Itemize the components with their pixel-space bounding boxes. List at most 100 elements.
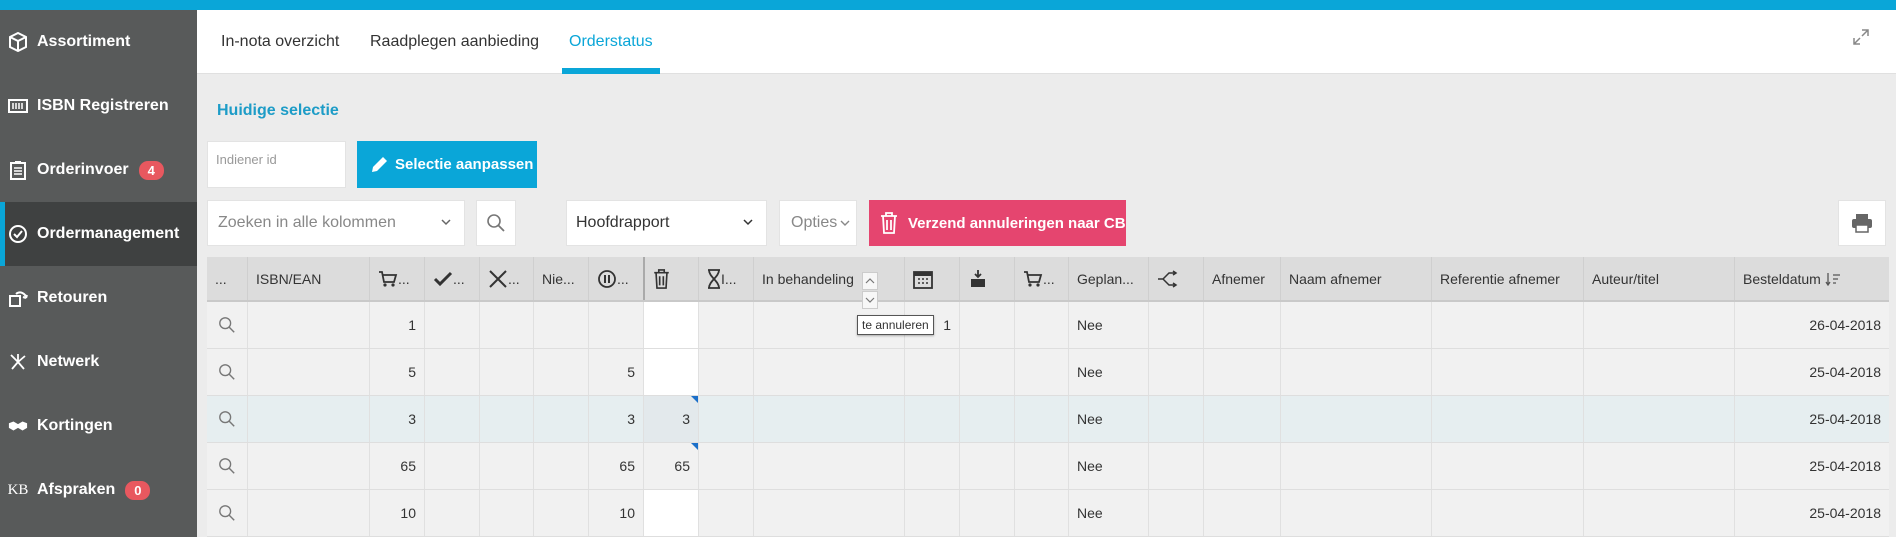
search-icon[interactable] [207,302,247,348]
col-header-hourglass[interactable]: I... [698,257,753,300]
sidebar-item-netwerk[interactable]: Netwerk [0,330,197,394]
report-select[interactable]: Hoofdrapport [566,200,767,246]
cell-planned-count [904,443,959,489]
cell [1148,396,1203,442]
sidebar-item-kortingen[interactable]: Kortingen [0,394,197,458]
chevron-down-icon [440,215,452,233]
cell-to-cancel[interactable] [643,302,698,348]
cell-to-cancel[interactable] [643,490,698,536]
cell [424,396,479,442]
sidebar-item-label: Afspraken [37,481,116,498]
col-header-cross[interactable]: ... [479,257,533,300]
sidebar-item-label: Retouren [37,289,108,306]
tab-orderstatus[interactable]: Orderstatus [562,10,660,74]
sidebar-item-label: ISBN Registreren [37,97,169,114]
cell [959,443,1014,489]
col-header-afnemer[interactable]: Afnemer [1203,257,1280,300]
col-header-besteldatum[interactable]: Besteldatum [1734,257,1889,300]
check-circle-icon [8,224,28,244]
col-header-menu[interactable]: ... [207,257,247,300]
printer-icon [1852,214,1872,233]
col-header-cart[interactable]: ... [369,257,424,300]
search-icon[interactable] [207,396,247,442]
sidebar-item-assortiment[interactable]: Assortiment [0,10,197,74]
cell-gepland: Nee [1068,443,1148,489]
col-header-isbn[interactable]: ISBN/EAN [247,257,369,300]
search-icon[interactable] [207,349,247,395]
cell [1431,490,1583,536]
cell-to-cancel[interactable]: 3 [643,396,698,442]
col-header-calendar[interactable] [904,257,959,300]
cell-to-cancel[interactable] [643,349,698,395]
print-button[interactable] [1838,200,1886,246]
cell [1431,443,1583,489]
sidebar-item-ordermanagement[interactable]: Ordermanagement [0,202,197,266]
cell [1203,302,1280,348]
col-header-naam-afnemer[interactable]: Naam afnemer [1280,257,1431,300]
col-header-check[interactable]: ... [424,257,479,300]
cell-to-cancel[interactable]: 65 [643,443,698,489]
tab-bar: In-nota overzicht Raadplegen aanbieding … [197,10,1896,74]
sidebar-item-label: Ordermanagement [37,225,180,242]
search-icon[interactable] [207,490,247,536]
cell [1280,396,1431,442]
sidebar-item-label: Kortingen [37,417,113,434]
cell-besteldatum: 26-04-2018 [1734,302,1889,348]
send-cancellations-button[interactable]: Verzend annuleringen naar CB [869,200,1126,246]
options-dropdown[interactable]: Opties [779,200,857,246]
table-row[interactable]: 10 10 Nee 25-04-2018 [207,490,1889,537]
table-row[interactable]: 65 65 65 Nee 25-04-2018 [207,443,1889,490]
col-header-delivery[interactable] [959,257,1014,300]
cell [1148,302,1203,348]
sidebar-item-afspraken[interactable]: KB Afspraken 0 [0,458,197,522]
cell [698,443,753,489]
col-header-in-behandeling[interactable]: In behandeling [753,257,904,300]
cell [753,443,904,489]
edit-selection-button[interactable]: Selectie aanpassen [357,141,537,188]
barcode-icon [8,96,28,116]
cell-planned-count [904,490,959,536]
top-accent-bar [0,0,1896,10]
cell-gepland: Nee [1068,396,1148,442]
cell [1148,443,1203,489]
column-stepper[interactable] [862,272,878,310]
col-header-gepland[interactable]: Geplan... [1068,257,1148,300]
indiener-id-field[interactable]: Indiener id [207,141,346,188]
cell-isbn [247,302,369,348]
col-header-route[interactable] [1148,257,1203,300]
table-row[interactable]: 1 1 Nee 26-04-2018 [207,302,1889,349]
search-icon[interactable] [207,443,247,489]
col-header-referentie[interactable]: Referentie afnemer [1431,257,1583,300]
search-button[interactable] [476,200,516,246]
cell [1583,349,1734,395]
col-header-auteur[interactable]: Auteur/titel [1583,257,1734,300]
col-header-nie[interactable]: Nie... [533,257,588,300]
table-row[interactable]: 3 3 3 Nee 25-04-2018 [207,396,1889,443]
cell [1583,302,1734,348]
sidebar-item-retouren[interactable]: Retouren [0,266,197,330]
col-header-pause[interactable]: ... [588,257,643,300]
search-input[interactable]: Zoeken in alle kolommen [207,200,465,246]
tab-raadplegen[interactable]: Raadplegen aanbieding [370,10,539,74]
shuffle-icon [1158,269,1178,288]
expand-icon[interactable] [1852,28,1874,50]
col-header-cart-out[interactable]: ... [1014,257,1068,300]
tab-in-nota[interactable]: In-nota overzicht [221,10,339,74]
search-icon [487,214,505,232]
table-header: ... ISBN/EAN ... ... ... Nie... ... I...… [207,257,1889,302]
cross-icon [489,269,507,288]
report-value: Hoofdrapport [576,214,670,231]
cell [479,349,533,395]
cell [479,490,533,536]
col-header-trash[interactable] [643,257,698,300]
clipboard-icon [8,160,28,180]
cell [424,443,479,489]
cell [1431,302,1583,348]
sidebar-item-orderinvoer[interactable]: Orderinvoer 4 [0,138,197,202]
sidebar-item-isbn[interactable]: ISBN Registreren [0,74,197,138]
cell [959,490,1014,536]
table-row[interactable]: 5 5 Nee 25-04-2018 [207,349,1889,396]
sidebar-item-label: Orderinvoer [37,161,129,178]
cell-gepland: Nee [1068,490,1148,536]
trash-icon [654,268,669,289]
